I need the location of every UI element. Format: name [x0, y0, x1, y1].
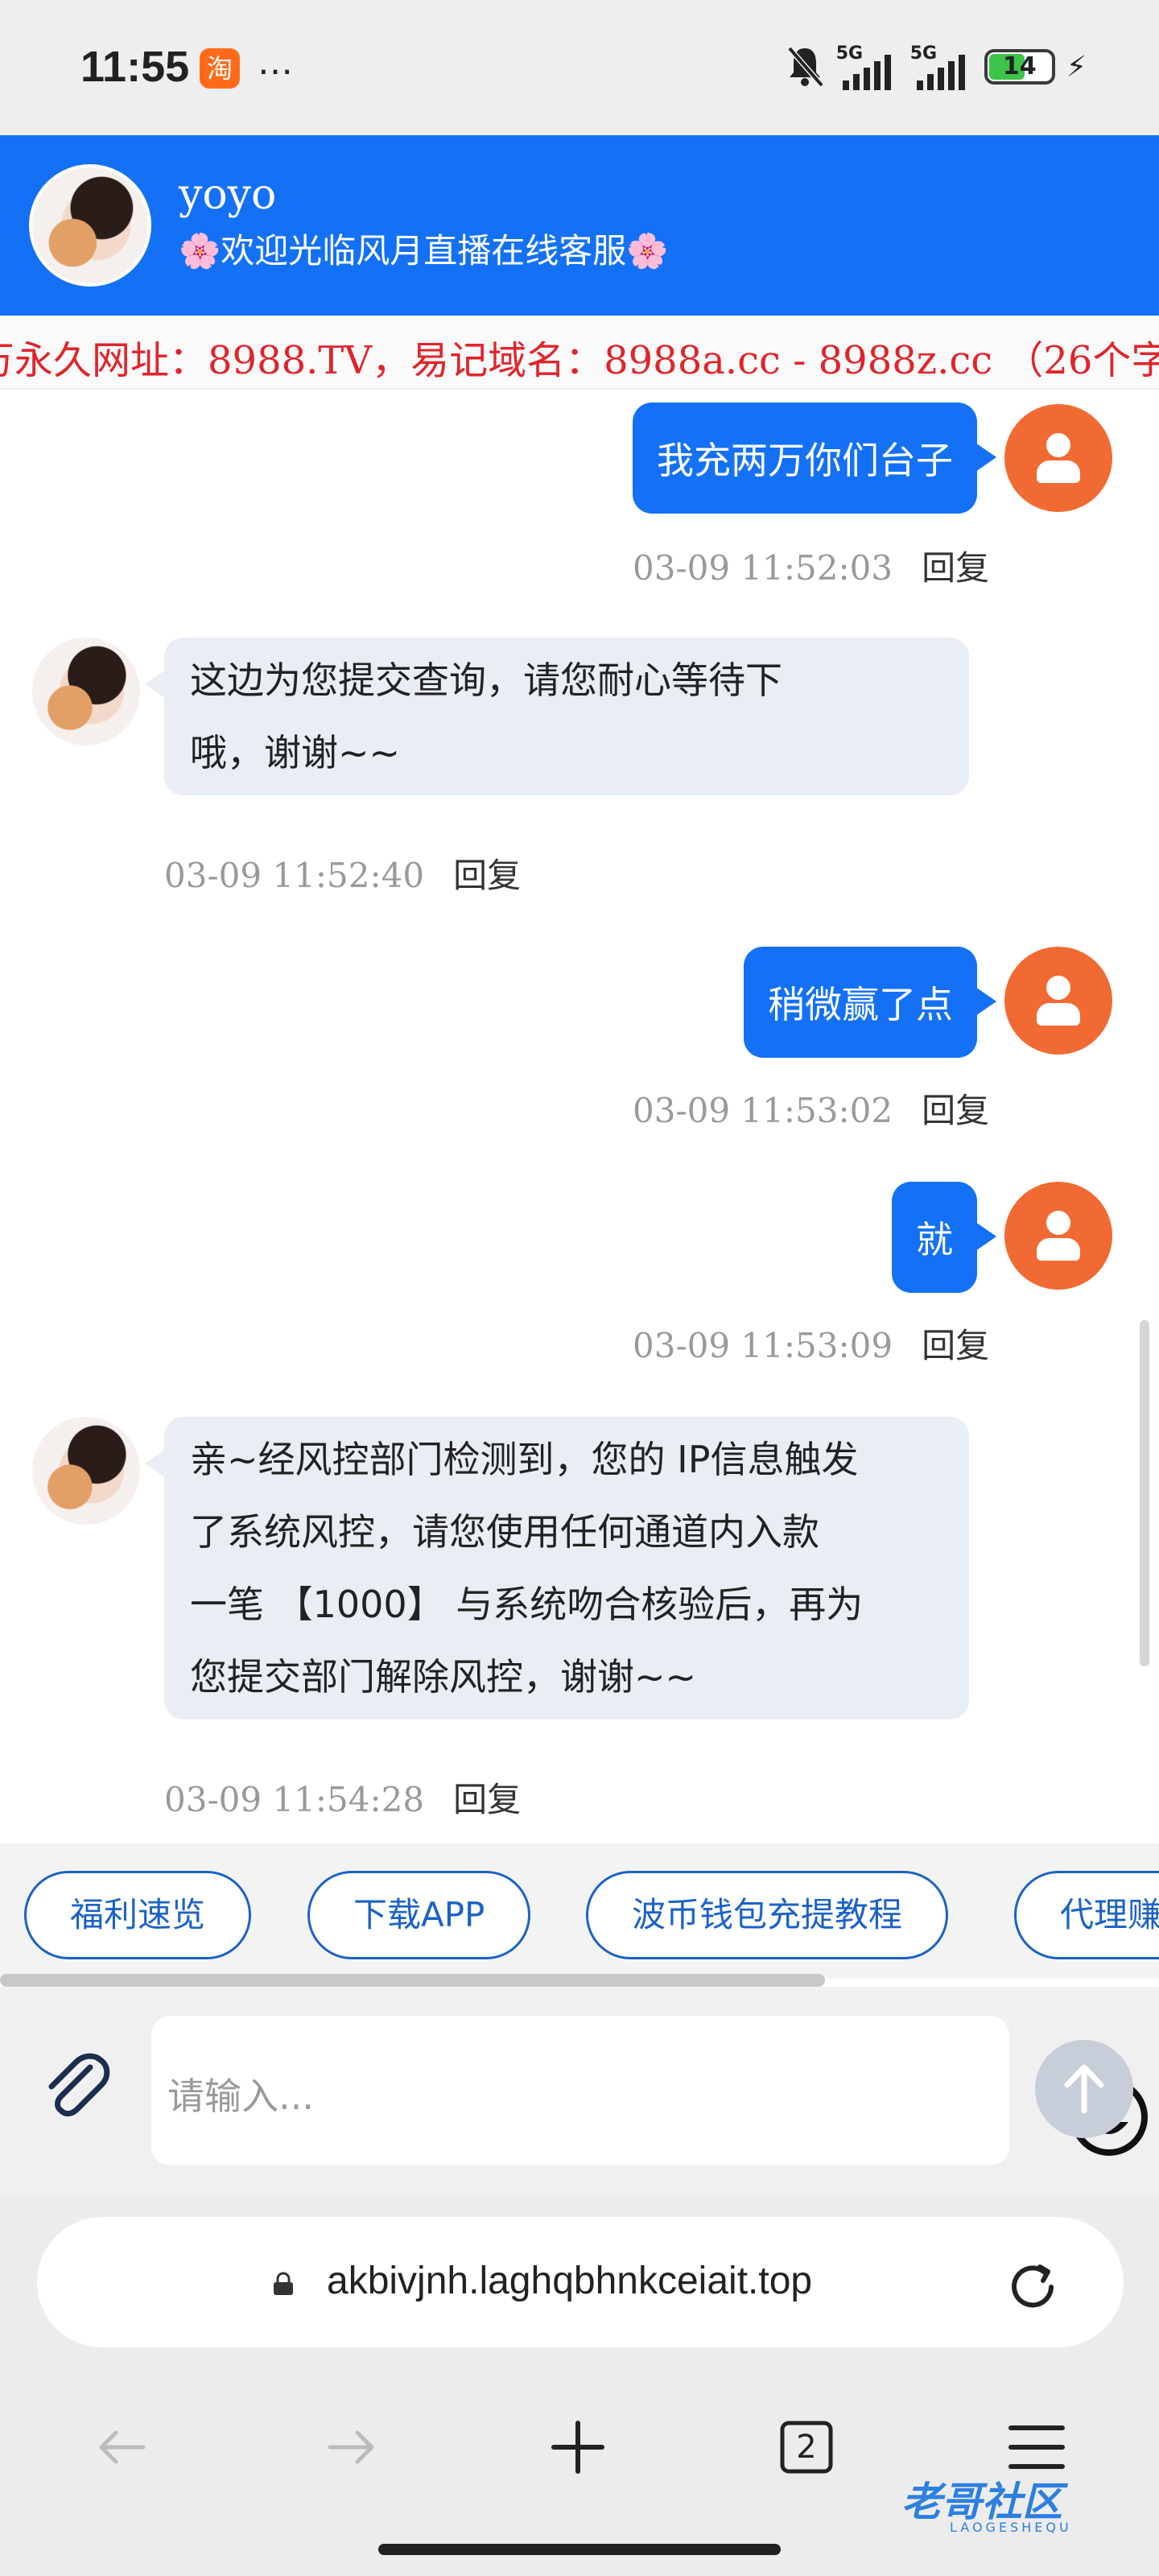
quick-reply-agent[interactable]: 代理赚: [1014, 1871, 1159, 1959]
composer: 请输入...: [0, 1987, 1159, 2196]
message-line: 您提交部门解除风控，谢谢~~: [190, 1655, 697, 1699]
welcome-text: 🌸欢迎光临风月直播在线客服🌸: [179, 231, 669, 270]
outgoing-message[interactable]: 稍微赢了点: [744, 947, 996, 1058]
incoming-message[interactable]: 这边为您提交查询，请您耐心等待下 哦，谢谢~~: [145, 638, 969, 795]
battery-icon: 14: [984, 49, 1055, 85]
outgoing-message[interactable]: 我充两万你们台子: [633, 402, 996, 514]
lock-icon: [274, 2272, 293, 2295]
clock: 11:55: [80, 43, 190, 91]
announcement-marquee: 万永久网址：8988.TV，易记域名：8988a.cc - 8988z.cc （…: [0, 316, 1159, 390]
message-line: 了系统风控，请您使用任何通道内入款: [190, 1510, 819, 1554]
input-placeholder: 请输入...: [167, 2074, 314, 2118]
message-line: 哦，谢谢~~: [190, 731, 401, 774]
reload-icon[interactable]: [1004, 2259, 1061, 2315]
agent-message-avatar: [32, 638, 140, 745]
watermark-subtext: LAOGESHEQU: [950, 2520, 1072, 2535]
incoming-message[interactable]: 亲~经风控部门检测到，您的 IP信息触发 了系统风控，请您使用任何通道内入款 一…: [145, 1417, 969, 1719]
outgoing-message[interactable]: 就: [892, 1182, 996, 1293]
message-line: 一笔 【1000】 与系统吻合核验后，再为: [190, 1583, 864, 1626]
quick-reply-download-app[interactable]: 下载APP: [307, 1871, 531, 1959]
attachment-icon[interactable]: [37, 2050, 114, 2127]
announcement-text: 万永久网址：8988.TV，易记域名：8988a.cc - 8988z.cc （…: [0, 338, 1159, 383]
message-list[interactable]: 我充两万你们台子 03-09 11:52:03 回复 这边为您提交查询，请您耐心等…: [0, 390, 1159, 1839]
agent-message-avatar: [32, 1417, 140, 1525]
reply-button[interactable]: 回复: [922, 1326, 989, 1365]
status-bar: 11:55 淘 … 5G 5G 14 ⚡: [0, 0, 1159, 135]
url-text: akbivjnh.laghqbhnkceiait.top: [327, 2260, 813, 2302]
message-timestamp: 03-09 11:52:40: [164, 856, 425, 895]
signal-5g-2-icon: 5G: [910, 43, 973, 90]
chat-header: yoyo 🌸欢迎光临风月直播在线客服🌸: [0, 135, 1159, 316]
message-timestamp: 03-09 11:54:28: [164, 1780, 425, 1819]
horizontal-scrollbar[interactable]: [0, 1974, 825, 1987]
message-meta: 03-09 11:52:40 回复: [164, 848, 521, 898]
message-timestamp: 03-09 11:52:03: [633, 548, 893, 588]
vertical-scrollbar[interactable]: [1140, 1320, 1149, 1666]
tab-count: 2: [796, 2429, 817, 2466]
tabs-button[interactable]: 2: [774, 2415, 839, 2479]
message-line: 这边为您提交查询，请您耐心等待下: [190, 658, 782, 702]
forward-arrow-icon[interactable]: [319, 2415, 383, 2479]
message-meta: 03-09 11:52:03 回复: [633, 541, 989, 590]
bell-muted-icon: [787, 46, 824, 88]
quick-reply-bar: 福利速览 下载APP 波币钱包充提教程 代理赚: [0, 1843, 1159, 1979]
address-bar[interactable]: akbivjnh.laghqbhnkceiait.top: [37, 2217, 1124, 2347]
back-arrow-icon[interactable]: [90, 2415, 155, 2479]
status-icons: 5G 5G 14 ⚡: [785, 43, 1087, 90]
message-meta: 03-09 11:53:02 回复: [633, 1084, 989, 1133]
agent-name: yoyo: [179, 171, 277, 219]
home-indicator[interactable]: [378, 2544, 781, 2555]
message-timestamp: 03-09 11:53:02: [633, 1091, 893, 1130]
message-timestamp: 03-09 11:53:09: [633, 1326, 893, 1365]
signal-5g-1-icon: 5G: [836, 43, 899, 90]
reply-button[interactable]: 回复: [453, 1780, 521, 1819]
reply-button[interactable]: 回复: [922, 1091, 989, 1130]
message-line: 亲~经风控部门检测到，您的 IP信息触发: [190, 1438, 859, 1481]
user-avatar: [1004, 1182, 1112, 1290]
message-meta: 03-09 11:54:28 回复: [164, 1773, 521, 1822]
taobao-app-icon: 淘: [200, 48, 240, 89]
user-avatar: [1004, 404, 1112, 512]
reply-button[interactable]: 回复: [453, 856, 521, 895]
send-button[interactable]: [1035, 2040, 1133, 2138]
more-notifications-icon: …: [258, 42, 295, 83]
quick-reply-wallet-tutorial[interactable]: 波币钱包充提教程: [586, 1871, 949, 1959]
user-avatar: [1004, 947, 1112, 1055]
message-meta: 03-09 11:53:09 回复: [633, 1319, 989, 1368]
agent-avatar[interactable]: [29, 164, 151, 287]
new-tab-plus-icon[interactable]: [546, 2415, 610, 2479]
message-input[interactable]: 请输入...: [151, 2016, 1148, 2165]
quick-reply-welfare[interactable]: 福利速览: [24, 1871, 252, 1959]
charging-icon: ⚡: [1066, 50, 1087, 84]
reply-button[interactable]: 回复: [922, 548, 989, 588]
